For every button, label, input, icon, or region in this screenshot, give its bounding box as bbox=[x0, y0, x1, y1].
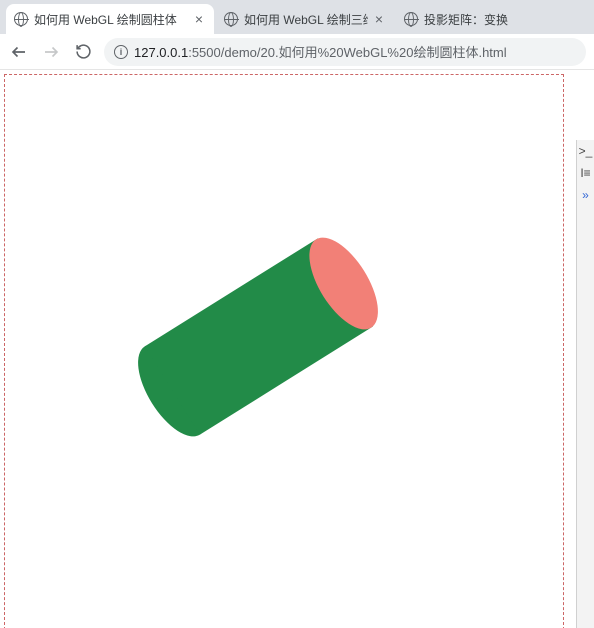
devtools-expand-icon[interactable]: » bbox=[577, 184, 594, 206]
url-host: 127.0.0.1 bbox=[134, 45, 188, 60]
url-path: /demo/20.如何用%20WebGL%20绘制圆柱体.html bbox=[221, 45, 507, 60]
back-button[interactable] bbox=[8, 41, 30, 63]
cylinder-shape bbox=[124, 227, 391, 448]
devtools-edge[interactable]: >_ I≡ » bbox=[576, 140, 594, 628]
close-icon[interactable]: × bbox=[372, 12, 386, 26]
forward-button bbox=[40, 41, 62, 63]
tab-title: 投影矩阵：变换 bbox=[424, 11, 508, 28]
tab-inactive[interactable]: 如何用 WebGL 绘制三维立方体 × bbox=[216, 4, 394, 34]
close-icon[interactable]: × bbox=[192, 12, 206, 26]
toolbar: i 127.0.0.1:5500/demo/20.如何用%20WebGL%20绘… bbox=[0, 34, 594, 70]
url-port: :5500 bbox=[188, 45, 221, 60]
browser-window: 如何用 WebGL 绘制圆柱体 × 如何用 WebGL 绘制三维立方体 × 投影… bbox=[0, 0, 594, 628]
page-content: >_ I≡ » bbox=[0, 70, 594, 628]
webgl-canvas[interactable] bbox=[4, 74, 564, 628]
globe-icon bbox=[404, 12, 418, 26]
site-info-icon[interactable]: i bbox=[114, 45, 128, 59]
url-text: 127.0.0.1:5500/demo/20.如何用%20WebGL%20绘制圆… bbox=[134, 42, 576, 61]
tab-title: 如何用 WebGL 绘制圆柱体 bbox=[34, 11, 188, 28]
address-bar[interactable]: i 127.0.0.1:5500/demo/20.如何用%20WebGL%20绘… bbox=[104, 38, 586, 66]
tab-strip: 如何用 WebGL 绘制圆柱体 × 如何用 WebGL 绘制三维立方体 × 投影… bbox=[0, 0, 594, 34]
reload-button[interactable] bbox=[72, 41, 94, 63]
globe-icon bbox=[224, 12, 238, 26]
devtools-styles-icon[interactable]: >_ bbox=[577, 140, 594, 162]
tab-active[interactable]: 如何用 WebGL 绘制圆柱体 × bbox=[6, 4, 214, 34]
tab-inactive[interactable]: 投影矩阵：变换 bbox=[396, 4, 516, 34]
tab-title: 如何用 WebGL 绘制三维立方体 bbox=[244, 11, 368, 28]
devtools-console-icon[interactable]: I≡ bbox=[577, 162, 594, 184]
globe-icon bbox=[14, 12, 28, 26]
